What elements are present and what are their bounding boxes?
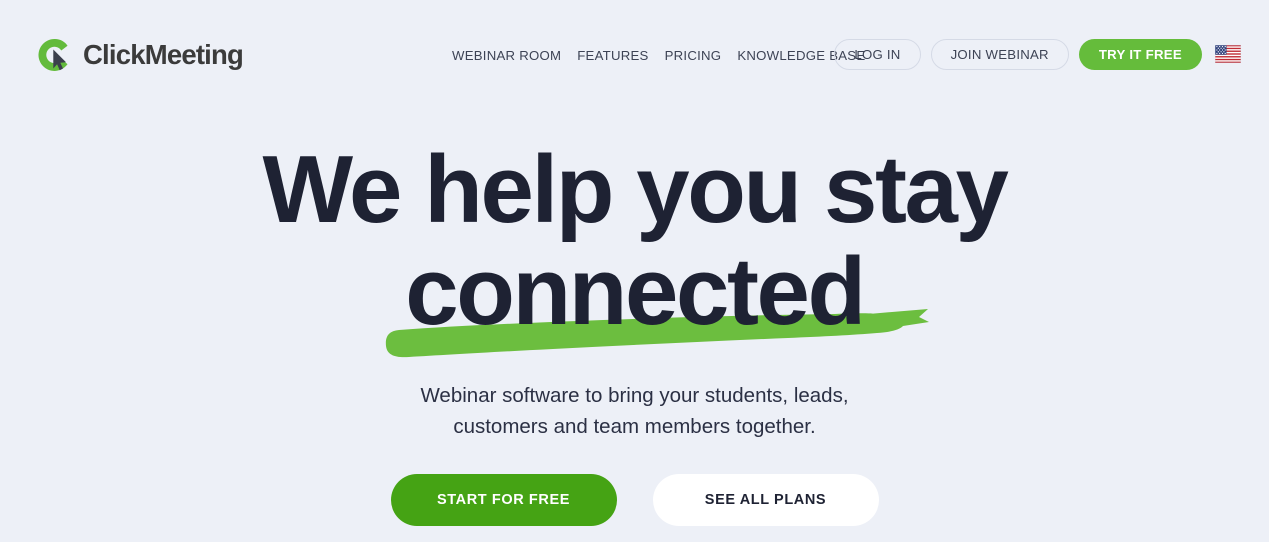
headline-line-2: connected [405, 237, 866, 345]
hero-cta-row: START FOR FREE SEE ALL PLANS [0, 474, 1269, 526]
main-navigation: WEBINAR ROOM FEATURES PRICING KNOWLEDGE … [452, 41, 865, 69]
subtitle-line-1: Webinar software to bring your students,… [420, 384, 849, 407]
try-it-free-button[interactable]: TRY IT FREE [1078, 38, 1202, 70]
nav-item-webinar-room[interactable]: WEBINAR ROOM [452, 48, 561, 63]
join-webinar-button[interactable]: JOIN WEBINAR [930, 38, 1069, 70]
log-in-button[interactable]: LOG IN [834, 38, 921, 70]
landing-page: ClickMeeting WEBINAR ROOM FEATURES PRICI… [0, 0, 1269, 542]
us-flag-icon[interactable] [1215, 45, 1241, 63]
nav-item-features[interactable]: FEATURES [577, 48, 648, 63]
subtitle-line-2: customers and team members together. [453, 415, 816, 438]
headline-line-1: We help you stay [262, 136, 1008, 243]
start-for-free-button[interactable]: START FOR FREE [390, 474, 617, 526]
brand-logo-link[interactable]: ClickMeeting [36, 34, 244, 76]
brand-name: ClickMeeting [83, 39, 244, 71]
clickmeeting-cursor-logo-icon [38, 39, 68, 71]
hero-section: We help you stay connected Webinar softw… [0, 108, 1269, 526]
see-all-plans-button[interactable]: SEE ALL PLANS [652, 474, 879, 526]
hero-subtitle: Webinar software to bring your students,… [0, 380, 1269, 442]
site-header: ClickMeeting WEBINAR ROOM FEATURES PRICI… [0, 0, 1269, 108]
header-actions: LOG IN JOIN WEBINAR TRY IT FREE [834, 38, 1241, 70]
nav-item-pricing[interactable]: PRICING [665, 48, 722, 63]
page-title: We help you stay connected [0, 108, 1269, 343]
headline-wrapper: We help you stay connected [0, 108, 1269, 358]
